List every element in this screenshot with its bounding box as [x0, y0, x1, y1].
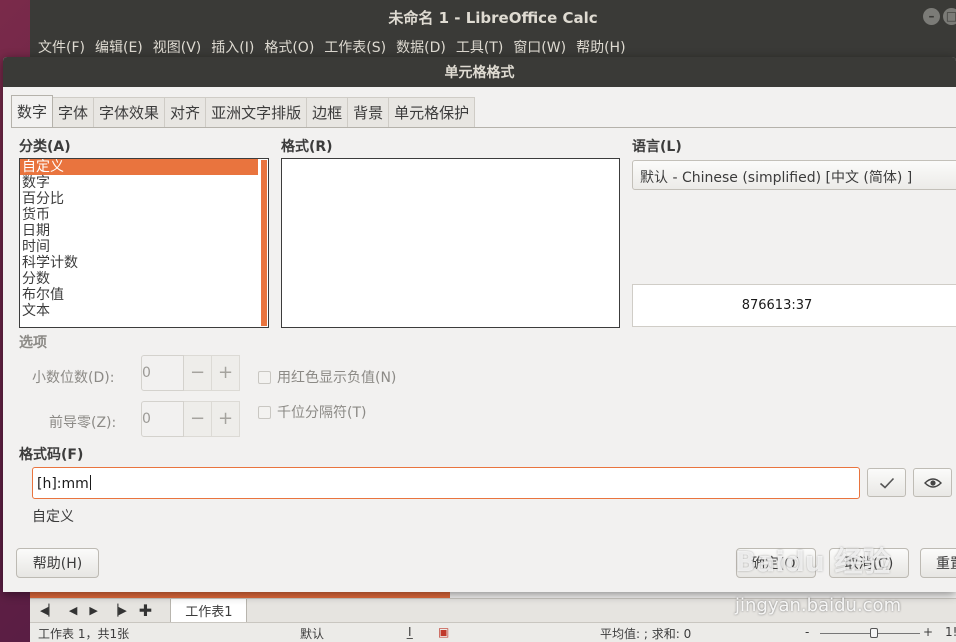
- decimal-places-minus-button[interactable]: −: [184, 355, 212, 391]
- language-label: 语言(L): [632, 139, 682, 155]
- zoom-value: 1!: [945, 625, 956, 639]
- category-label: 分类(A): [19, 139, 71, 155]
- ok-button[interactable]: 确定(O): [736, 548, 816, 578]
- sheet-tab[interactable]: 工作表1: [170, 598, 248, 623]
- category-item-percent[interactable]: 百分比: [20, 191, 258, 207]
- eye-icon: [923, 477, 942, 488]
- category-item-custom[interactable]: 自定义: [20, 159, 258, 175]
- status-sum-info: 平均值: ; 求和: 0: [600, 627, 692, 641]
- minimize-icon[interactable]: –: [923, 8, 940, 25]
- menu-tools[interactable]: 工具(T): [456, 37, 503, 57]
- tab-panel-border: [11, 127, 956, 128]
- format-preview: 876613:37: [632, 284, 956, 327]
- help-button[interactable]: 帮助(H): [16, 548, 99, 578]
- format-description: 自定义: [32, 509, 74, 525]
- tab-numbers[interactable]: 数字: [11, 95, 54, 127]
- format-code-input[interactable]: [h]:mm: [32, 467, 860, 499]
- decimal-places-plus-button[interactable]: +: [212, 355, 240, 391]
- leading-zeros-input[interactable]: 0: [141, 401, 184, 437]
- sheet-tab-bar: ◀▏ ◀ ▶ ▕▶ ✚ 工作表1: [30, 598, 956, 623]
- tab-cell-protection[interactable]: 单元格保护: [388, 97, 476, 127]
- format-cells-dialog: 单元格格式 数字 字体 字体效果 对齐 亚洲文字排版 边框 背景 单元格保护 分…: [3, 57, 956, 592]
- negative-red-checkbox-box[interactable]: [258, 370, 271, 384]
- category-item-fraction[interactable]: 分数: [20, 271, 258, 287]
- tab-borders[interactable]: 边框: [306, 97, 349, 127]
- decimal-places-spinner[interactable]: 0 − +: [141, 355, 240, 391]
- decimal-places-input[interactable]: 0: [141, 355, 184, 391]
- menu-insert[interactable]: 插入(I): [211, 37, 254, 57]
- format-label: 格式(R): [281, 139, 333, 155]
- menu-edit[interactable]: 编辑(E): [95, 37, 143, 57]
- options-label: 选项: [19, 335, 47, 351]
- zoom-slider-knob[interactable]: [870, 628, 878, 638]
- format-code-label: 格式码(F): [19, 447, 84, 463]
- category-item-date[interactable]: 日期: [20, 223, 258, 239]
- dialog-titlebar: 单元格格式: [3, 57, 956, 87]
- category-item-scientific[interactable]: 科学计数: [20, 255, 258, 271]
- thousands-separator-checkbox[interactable]: 千位分隔符(T): [258, 402, 366, 422]
- menu-window[interactable]: 窗口(W): [513, 37, 566, 57]
- add-sheet-icon[interactable]: ✚: [139, 601, 152, 620]
- dialog-title: 单元格格式: [444, 65, 515, 81]
- zoom-in-icon[interactable]: +: [923, 625, 933, 639]
- cancel-button[interactable]: 取消(C): [829, 548, 909, 578]
- negative-red-label: 用红色显示负值(N): [277, 370, 397, 386]
- window-title: 未命名 1 - LibreOffice Calc: [388, 8, 598, 27]
- leading-zeros-label: 前导零(Z):: [49, 415, 117, 431]
- save-status-icon: ▣: [438, 625, 450, 639]
- tab-asian-typography[interactable]: 亚洲文字排版: [205, 97, 308, 127]
- dialog-tab-bar: 数字 字体 字体效果 对齐 亚洲文字排版 边框 背景 单元格保护: [11, 95, 476, 127]
- last-sheet-icon[interactable]: ▕▶: [110, 604, 127, 617]
- status-insert-mode: I̲: [408, 625, 412, 639]
- category-scrollbar[interactable]: [261, 160, 267, 326]
- menu-sheet[interactable]: 工作表(S): [324, 37, 386, 57]
- tab-font-effects[interactable]: 字体效果: [93, 97, 166, 127]
- checkmark-icon: [879, 477, 894, 489]
- thousands-separator-label: 千位分隔符(T): [277, 405, 367, 421]
- tab-font[interactable]: 字体: [52, 97, 95, 127]
- apply-format-button[interactable]: [867, 468, 906, 497]
- zoom-out-icon[interactable]: -: [805, 625, 809, 639]
- menu-help[interactable]: 帮助(H): [576, 37, 625, 57]
- reset-button[interactable]: 重置: [920, 548, 956, 578]
- decimal-places-label: 小数位数(D):: [32, 370, 115, 386]
- category-list[interactable]: 自定义 数字 百分比 货币 日期 时间 科学计数 分数 布尔值 文本: [19, 158, 269, 328]
- tab-alignment[interactable]: 对齐: [164, 97, 207, 127]
- format-list[interactable]: [281, 158, 620, 328]
- view-comment-button[interactable]: [913, 468, 952, 497]
- category-item-number[interactable]: 数字: [20, 175, 258, 191]
- leading-zeros-spinner[interactable]: 0 − +: [141, 401, 240, 437]
- leading-zeros-plus-button[interactable]: +: [212, 401, 240, 437]
- prev-sheet-icon[interactable]: ◀: [69, 604, 77, 617]
- menu-format[interactable]: 格式(O): [264, 37, 314, 57]
- category-item-boolean[interactable]: 布尔值: [20, 287, 258, 303]
- category-item-time[interactable]: 时间: [20, 239, 258, 255]
- maximize-icon[interactable]: □: [943, 8, 956, 25]
- category-item-text[interactable]: 文本: [20, 303, 258, 319]
- first-sheet-icon[interactable]: ◀▏: [40, 604, 57, 617]
- language-select[interactable]: 默认 - Chinese (simplified) [中文 (简体) ]: [632, 160, 956, 190]
- status-sheet-info: 工作表 1，共1张: [38, 627, 130, 641]
- negative-red-checkbox[interactable]: 用红色显示负值(N): [258, 367, 396, 387]
- status-page-style: 默认: [300, 627, 325, 641]
- tab-background[interactable]: 背景: [347, 97, 390, 127]
- leading-zeros-minus-button[interactable]: −: [184, 401, 212, 437]
- preview-value: 876613:37: [741, 298, 813, 313]
- calc-titlebar: 未命名 1 - LibreOffice Calc – □: [30, 0, 956, 34]
- menu-file[interactable]: 文件(F): [38, 37, 85, 57]
- status-bar: 工作表 1，共1张 默认 I̲ ▣ 平均值: ; 求和: 0 - + 1!: [30, 622, 956, 642]
- category-item-currency[interactable]: 货币: [20, 207, 258, 223]
- menu-data[interactable]: 数据(D): [396, 37, 446, 57]
- next-sheet-icon[interactable]: ▶: [89, 604, 97, 617]
- menu-view[interactable]: 视图(V): [153, 37, 202, 57]
- thousands-separator-checkbox-box[interactable]: [258, 405, 271, 419]
